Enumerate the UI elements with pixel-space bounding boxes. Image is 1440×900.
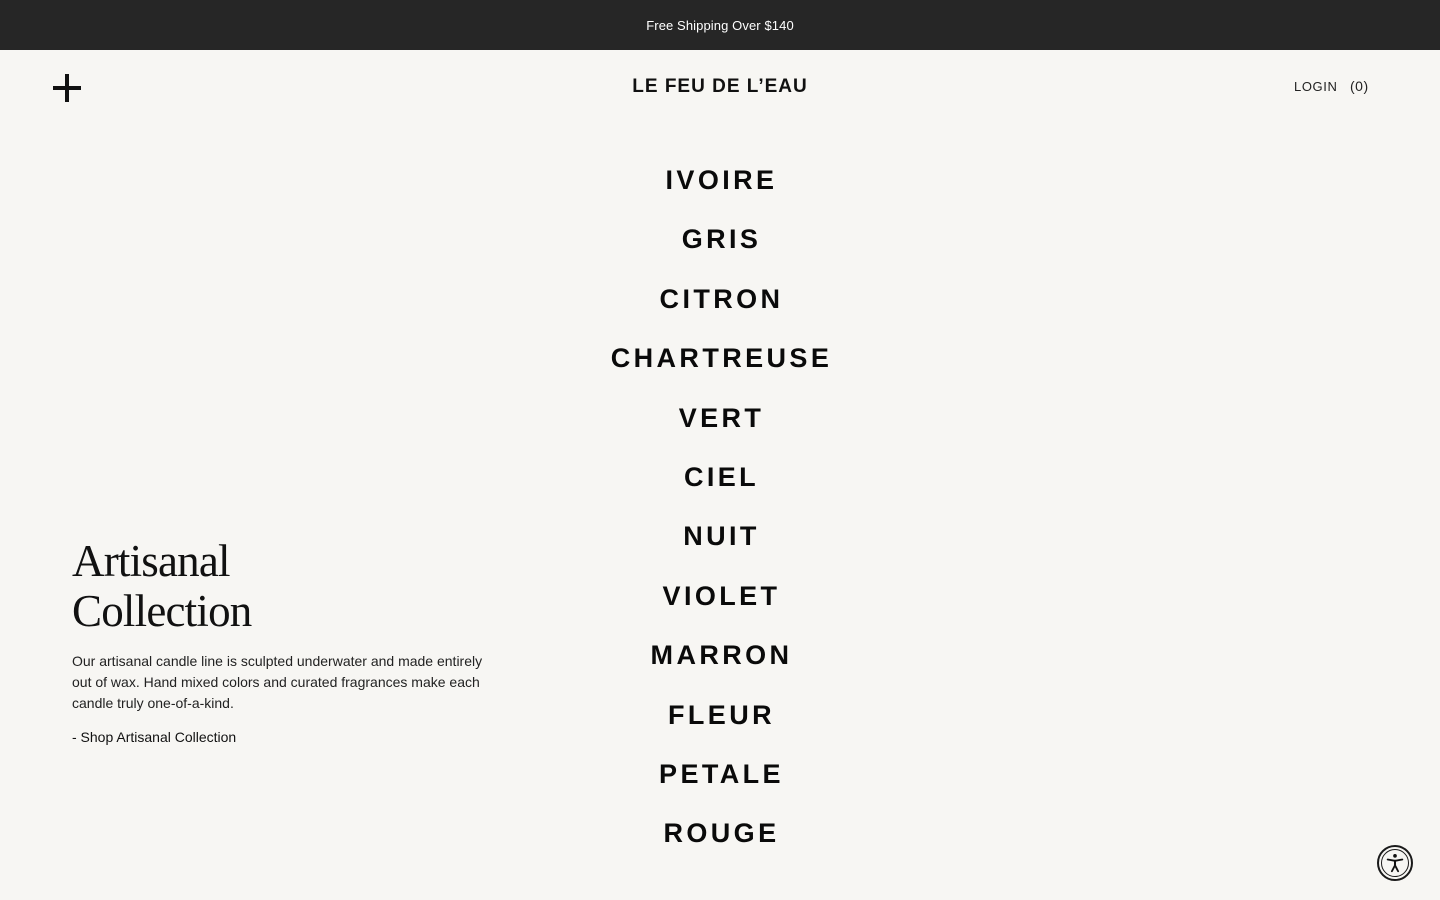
color-link-violet[interactable]: VIOLET — [660, 581, 781, 612]
plus-icon-vertical-stroke — [65, 74, 69, 102]
color-link-fleur[interactable]: FLEUR — [665, 700, 775, 731]
collection-title-line2: Collection — [72, 586, 252, 636]
color-menu-item: PETALE — [470, 759, 970, 819]
color-menu-item: VIOLET — [470, 581, 970, 641]
color-link-petale[interactable]: PETALE — [656, 759, 784, 790]
color-collection-menu: IVOIRE GRIS CITRON CHARTREUSE VERT CIEL … — [470, 165, 970, 879]
collection-title-line1: Artisanal — [72, 536, 231, 586]
color-menu-item: NUIT — [470, 522, 970, 581]
color-link-citron[interactable]: CITRON — [657, 284, 784, 315]
announcement-bar: Free Shipping Over $140 — [0, 0, 1440, 50]
color-menu-item: MARRON — [470, 640, 970, 700]
color-menu-item: FLEUR — [470, 700, 970, 760]
collection-description: Our artisanal candle line is sculpted un… — [72, 653, 483, 711]
color-link-ivoire[interactable]: IVOIRE — [663, 165, 778, 196]
announcement-text: Free Shipping Over $140 — [646, 17, 794, 33]
login-link[interactable]: LOGIN — [1294, 79, 1337, 94]
site-header: LE FEU DE L’EAU LOGIN (0) — [0, 50, 1440, 126]
color-menu-item: CHARTREUSE — [470, 343, 970, 403]
color-link-marron[interactable]: MARRON — [648, 640, 793, 671]
shop-collection-link[interactable]: - Shop Artisanal Collection — [72, 729, 236, 745]
color-menu-item: CITRON — [470, 284, 970, 344]
color-link-chartreuse[interactable]: CHARTREUSE — [608, 343, 833, 374]
color-menu-item: IVOIRE — [470, 165, 970, 225]
cart-button[interactable]: (0) — [1350, 78, 1369, 94]
brand-logo-link[interactable]: LE FEU DE L’EAU — [520, 76, 920, 98]
collection-intro: Artisanal Collection Our artisanal candl… — [72, 536, 502, 747]
color-menu-item: CIEL — [470, 462, 970, 522]
color-menu-item: ROUGE — [470, 819, 970, 878]
color-link-nuit[interactable]: NUIT — [680, 522, 760, 552]
accessibility-button[interactable] — [1377, 845, 1413, 881]
color-link-gris[interactable]: GRIS — [679, 225, 762, 255]
color-menu-item: VERT — [470, 403, 970, 463]
accessibility-icon — [1386, 854, 1404, 873]
color-menu-item: GRIS — [470, 225, 970, 284]
menu-toggle-button[interactable] — [53, 74, 81, 102]
color-link-vert[interactable]: VERT — [676, 403, 765, 434]
color-link-ciel[interactable]: CIEL — [681, 462, 759, 493]
color-link-rouge[interactable]: ROUGE — [660, 819, 779, 849]
collection-title: Artisanal Collection — [72, 536, 502, 636]
